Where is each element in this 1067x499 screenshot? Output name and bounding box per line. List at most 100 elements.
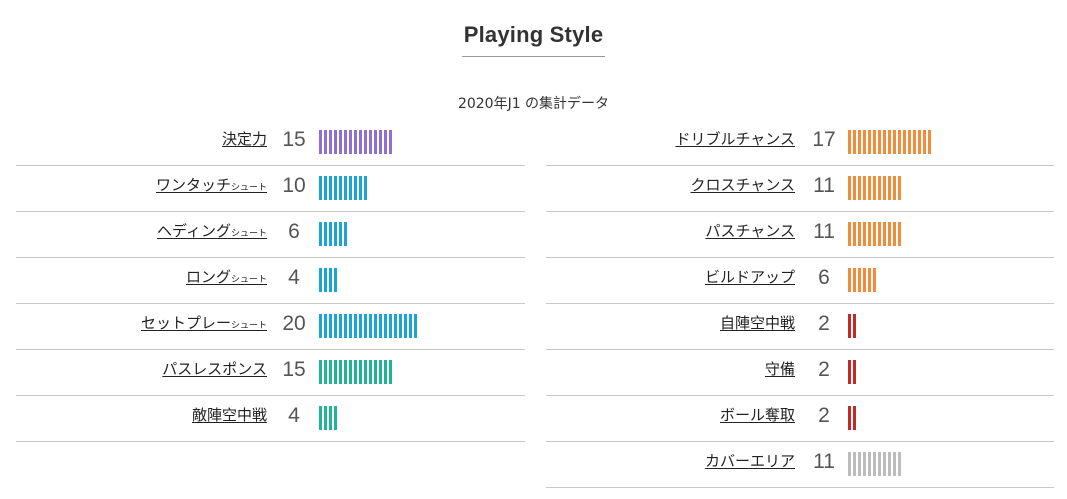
stat-label-text: 敵陣空中戦 bbox=[191, 406, 267, 424]
stat-value: 6 bbox=[818, 266, 830, 289]
bar-segment bbox=[853, 406, 856, 430]
stat-value: 11 bbox=[813, 220, 835, 243]
bar-segment bbox=[888, 130, 891, 154]
stat-label-link[interactable]: ワンタッチシュート bbox=[156, 174, 267, 195]
bar-segment bbox=[848, 222, 851, 246]
bar-segment bbox=[329, 314, 332, 338]
stat-row: パスレスポンス 15 bbox=[16, 350, 525, 396]
bar-segment bbox=[893, 176, 896, 200]
bar-segment bbox=[898, 176, 901, 200]
stat-label-text: パスレスポンス bbox=[162, 360, 267, 378]
bar-segment bbox=[324, 222, 327, 246]
bar-segment bbox=[399, 314, 402, 338]
bar-segment bbox=[349, 360, 352, 384]
stat-label-link[interactable]: パスレスポンス bbox=[162, 358, 267, 379]
bar-segment bbox=[334, 130, 337, 154]
stat-label-link[interactable]: 決定力 bbox=[222, 128, 267, 149]
stat-bar bbox=[848, 222, 903, 246]
stat-label-link[interactable]: 敵陣空中戦 bbox=[192, 404, 267, 425]
bar-segment bbox=[883, 452, 886, 476]
bar-segment bbox=[329, 406, 332, 430]
bar-segment bbox=[853, 268, 856, 292]
stat-label-link[interactable]: 守備 bbox=[765, 358, 795, 379]
stat-bar bbox=[319, 130, 394, 154]
stat-label-link[interactable]: カバーエリア bbox=[705, 450, 795, 471]
bar-segment bbox=[888, 176, 891, 200]
bar-segment bbox=[349, 130, 352, 154]
stat-value: 20 bbox=[282, 312, 306, 335]
stat-row: ビルドアップ 6 bbox=[546, 258, 1054, 304]
stat-label-link[interactable]: ロングシュート bbox=[186, 266, 267, 287]
stat-label-link[interactable]: ボール奪取 bbox=[720, 404, 795, 425]
stat-label-suffix: シュート bbox=[230, 229, 267, 239]
stat-label-text: クロスチャンス bbox=[690, 176, 795, 194]
stat-bar bbox=[319, 268, 339, 292]
chart-subtitle: 2020年J1 の集計データ bbox=[457, 96, 610, 112]
bar-segment bbox=[334, 268, 337, 292]
stat-row: ロングシュート 4 bbox=[16, 258, 525, 304]
bar-segment bbox=[324, 130, 327, 154]
stat-label-text: ボール奪取 bbox=[719, 406, 795, 424]
bar-segment bbox=[329, 268, 332, 292]
stat-label-suffix: シュート bbox=[230, 321, 267, 331]
stat-value: 2 bbox=[818, 358, 830, 381]
stat-row: 決定力 15 bbox=[16, 120, 525, 166]
bar-segment bbox=[344, 314, 347, 338]
bar-segment bbox=[324, 360, 327, 384]
bar-segment bbox=[354, 130, 357, 154]
bar-segment bbox=[888, 222, 891, 246]
bar-segment bbox=[868, 176, 871, 200]
stat-row: ボール奪取 2 bbox=[546, 396, 1054, 442]
bar-segment bbox=[329, 130, 332, 154]
bar-segment bbox=[873, 222, 876, 246]
stat-label-link[interactable]: ヘディングシュート bbox=[157, 220, 267, 241]
bar-segment bbox=[324, 314, 327, 338]
bar-segment bbox=[858, 176, 861, 200]
bar-segment bbox=[848, 268, 851, 292]
stat-label-link[interactable]: セットプレーシュート bbox=[141, 312, 267, 333]
bar-segment bbox=[908, 130, 911, 154]
bar-segment bbox=[389, 130, 392, 154]
stat-bar bbox=[848, 360, 858, 384]
bar-segment bbox=[324, 406, 327, 430]
bar-segment bbox=[888, 452, 891, 476]
bar-segment bbox=[848, 176, 851, 200]
stat-row: セットプレーシュート 20 bbox=[16, 304, 525, 350]
bar-segment bbox=[359, 176, 362, 200]
bar-segment bbox=[334, 360, 337, 384]
stat-value: 11 bbox=[813, 174, 835, 197]
bar-segment bbox=[414, 314, 417, 338]
bar-segment bbox=[339, 314, 342, 338]
stat-label-link[interactable]: クロスチャンス bbox=[690, 174, 795, 195]
bar-segment bbox=[359, 130, 362, 154]
stat-value: 4 bbox=[288, 266, 300, 289]
bar-segment bbox=[848, 406, 851, 430]
stat-label-text: セットプレー bbox=[140, 314, 231, 332]
stat-bar bbox=[848, 314, 858, 338]
stat-label-link[interactable]: 自陣空中戦 bbox=[720, 312, 795, 333]
bar-segment bbox=[329, 360, 332, 384]
bar-segment bbox=[868, 268, 871, 292]
bar-segment bbox=[374, 360, 377, 384]
stat-row: クロスチャンス 11 bbox=[546, 166, 1054, 212]
bar-segment bbox=[384, 130, 387, 154]
bar-segment bbox=[319, 314, 322, 338]
bar-segment bbox=[389, 360, 392, 384]
stat-label-text: ヘディング bbox=[157, 222, 231, 240]
bar-segment bbox=[344, 176, 347, 200]
bar-segment bbox=[853, 176, 856, 200]
stat-label-link[interactable]: ビルドアップ bbox=[705, 266, 795, 287]
stat-label-link[interactable]: ドリブルチャンス bbox=[675, 128, 795, 149]
stat-label-link[interactable]: パスチャンス bbox=[705, 220, 795, 241]
bar-segment bbox=[364, 360, 367, 384]
bar-segment bbox=[339, 222, 342, 246]
bar-segment bbox=[853, 222, 856, 246]
stat-bar bbox=[848, 130, 933, 154]
bar-segment bbox=[364, 176, 367, 200]
stat-row: 自陣空中戦 2 bbox=[546, 304, 1054, 350]
stat-label-text: 決定力 bbox=[221, 130, 267, 148]
bar-segment bbox=[329, 176, 332, 200]
bar-segment bbox=[878, 176, 881, 200]
bar-segment bbox=[898, 452, 901, 476]
stat-label-text: ロング bbox=[185, 268, 231, 286]
